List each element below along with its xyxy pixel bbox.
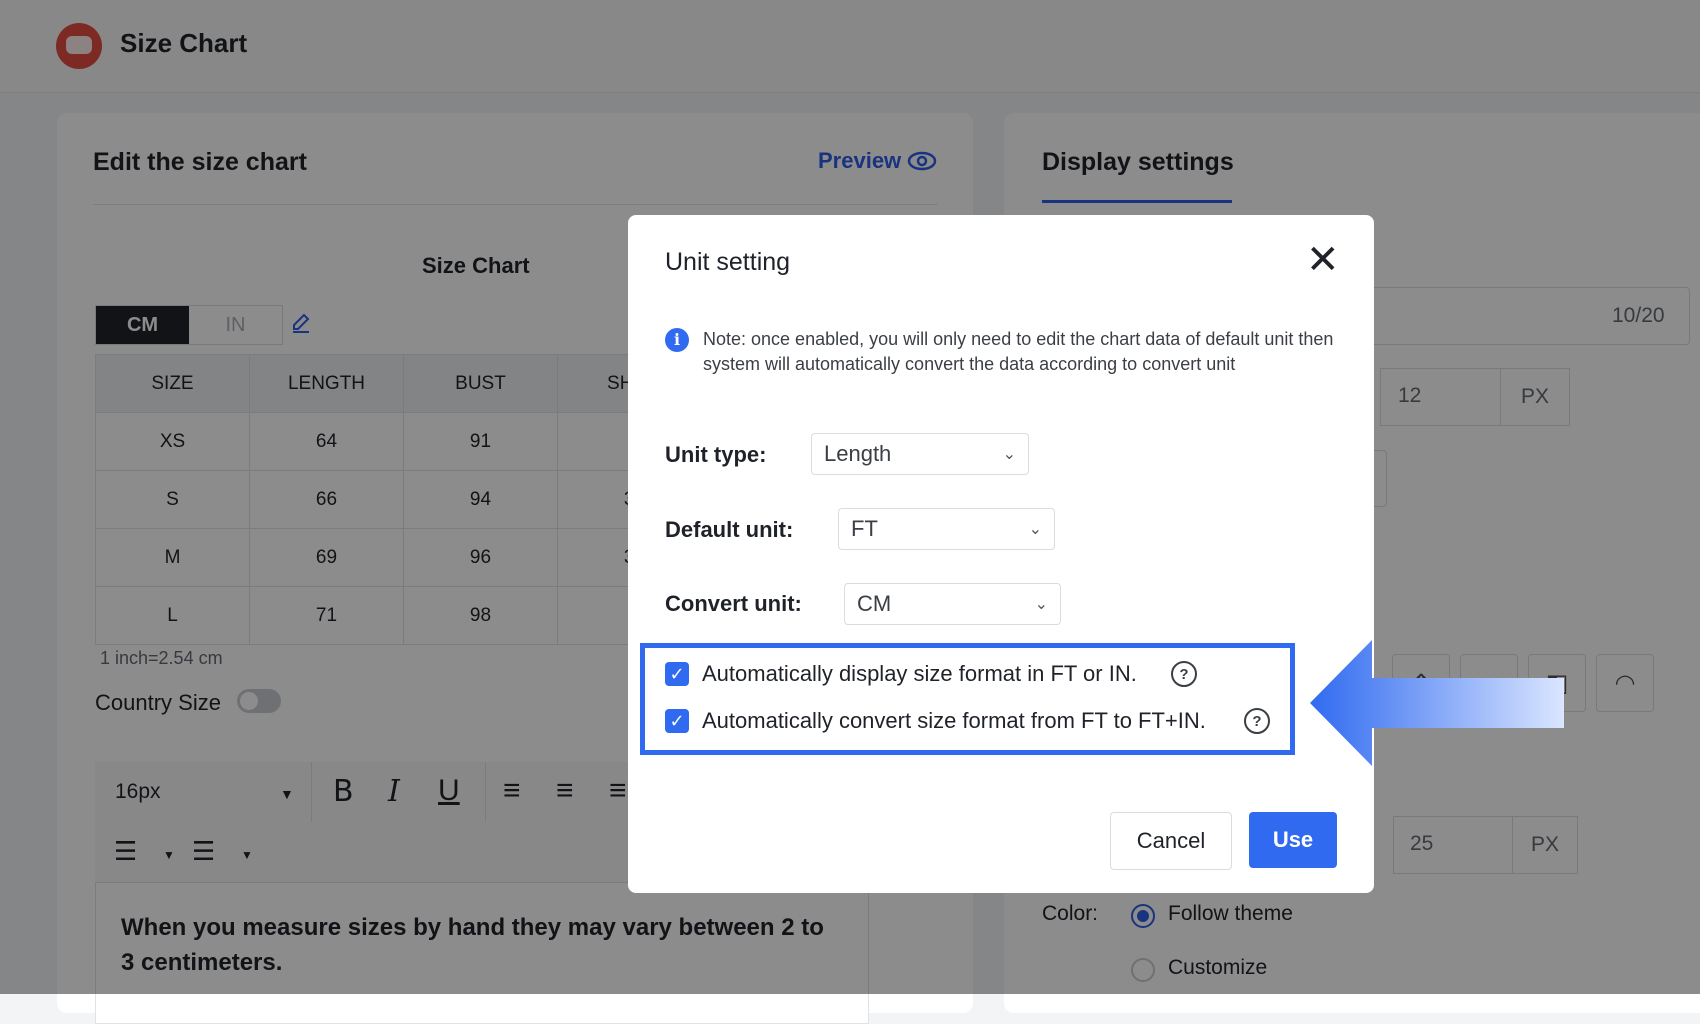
help-icon[interactable]: ? [1171,661,1197,687]
convert-unit-label: Convert unit: [665,591,802,616]
highlight-box [640,643,1295,755]
help-icon[interactable]: ? [1244,708,1270,734]
chevron-down-icon: ⌄ [1002,446,1016,463]
info-icon: i [665,328,689,352]
convert-unit-select[interactable]: CM ⌄ [844,583,1061,625]
display-ft-in-label: Automatically display size format in FT … [702,661,1137,686]
cancel-button[interactable]: Cancel [1110,812,1232,870]
modal-title: Unit setting [665,248,791,276]
chevron-down-icon: ⌄ [1028,521,1042,538]
close-icon[interactable]: ✕ [1306,240,1340,280]
default-unit-label: Default unit: [665,517,794,542]
convert-ft-in-label: Automatically convert size format from F… [702,708,1206,733]
convert-ft-in-checkbox[interactable]: ✓ [665,709,689,733]
pointer-arrow-icon [1310,640,1564,766]
unit-type-label: Unit type: [665,442,767,467]
default-unit-select[interactable]: FT ⌄ [838,508,1055,550]
default-unit-value: FT [851,516,878,541]
convert-unit-value: CM [857,591,892,616]
unit-setting-modal [628,215,1374,893]
unit-type-value: Length [824,441,892,466]
unit-type-select[interactable]: Length ⌄ [811,433,1029,475]
display-ft-in-checkbox[interactable]: ✓ [665,662,689,686]
modal-note: Note: once enabled, you will only need t… [703,329,1334,374]
use-button[interactable]: Use [1249,812,1337,868]
chevron-down-icon: ⌄ [1034,596,1048,613]
